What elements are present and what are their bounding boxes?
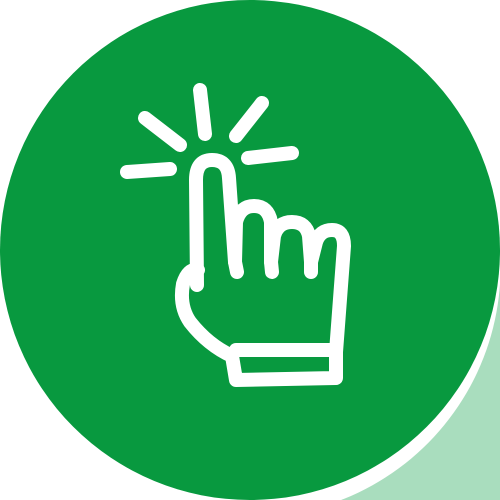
circle-background [0, 0, 500, 500]
tap-hand-icon [0, 0, 500, 500]
icon-canvas [0, 0, 500, 500]
